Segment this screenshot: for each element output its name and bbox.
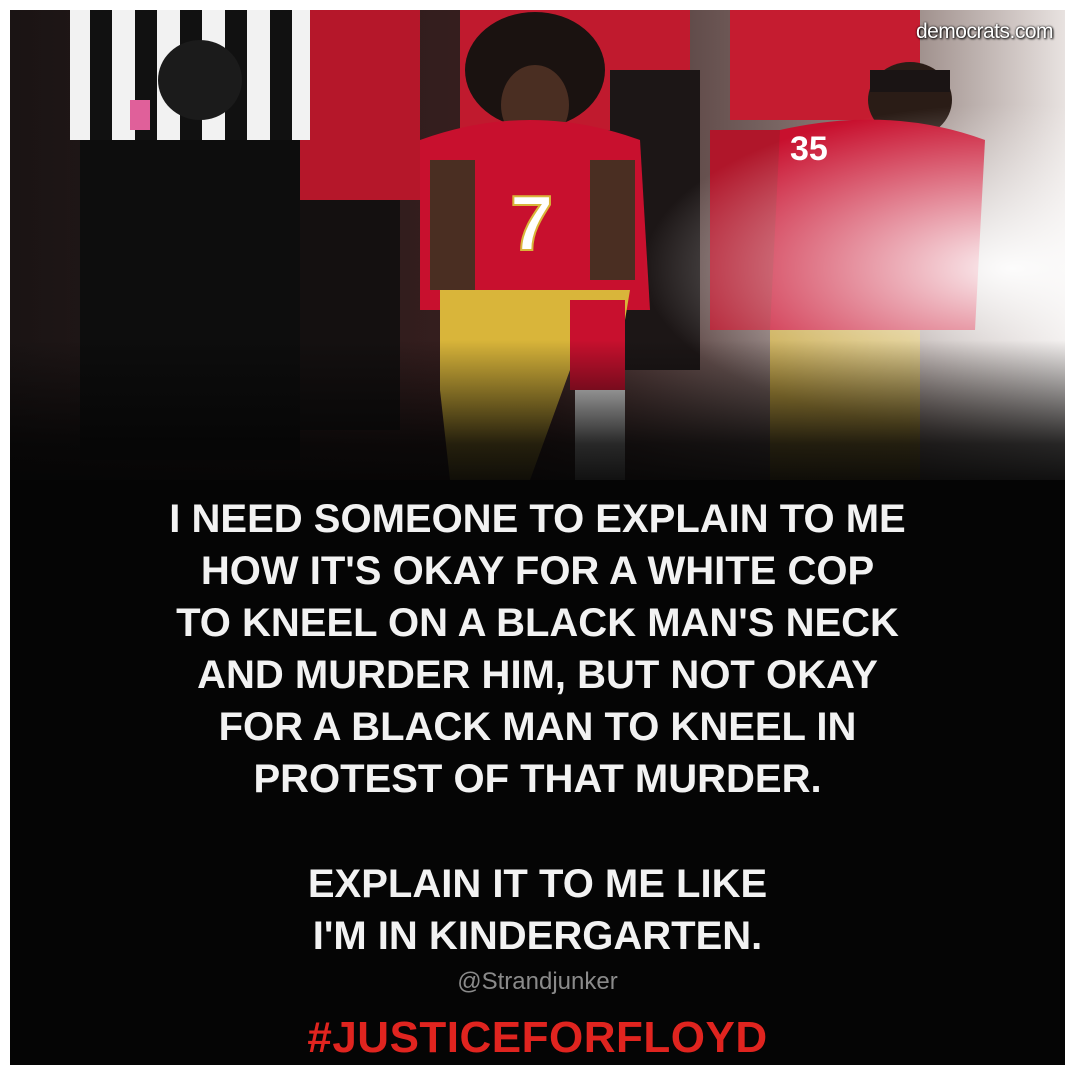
quote-line: HOW IT'S OKAY FOR A WHITE COP <box>200 549 875 593</box>
quote-line: AND MURDER HIM, BUT NOT OKAY <box>197 653 878 697</box>
photo-fade-overlay <box>10 340 1065 500</box>
quote-line: TO KNEEL ON A BLACK MAN'S NECK <box>176 601 899 645</box>
quote-line: I'M IN KINDERGARTEN. <box>312 914 763 958</box>
watermark: democrats.com <box>915 20 1054 43</box>
meme-image: 7 35 democrats.com I NEED SOMEONE TO EXP… <box>10 10 1065 1065</box>
author-handle: @Strandjunker <box>457 968 618 995</box>
hashtag: #JUSTICEFORFLOYD <box>307 1013 768 1062</box>
quote-followup-text: EXPLAIN IT TO ME LIKE I'M IN KINDERGARTE… <box>10 858 1065 962</box>
quote-line: EXPLAIN IT TO ME LIKE <box>307 862 768 906</box>
quote-line: FOR A BLACK MAN TO KNEEL IN <box>218 705 857 749</box>
quote-line: PROTEST OF THAT MURDER. <box>253 757 822 801</box>
quote-line: I NEED SOMEONE TO EXPLAIN TO ME <box>169 497 906 541</box>
quote-text: I NEED SOMEONE TO EXPLAIN TO ME HOW IT'S… <box>10 493 1065 805</box>
